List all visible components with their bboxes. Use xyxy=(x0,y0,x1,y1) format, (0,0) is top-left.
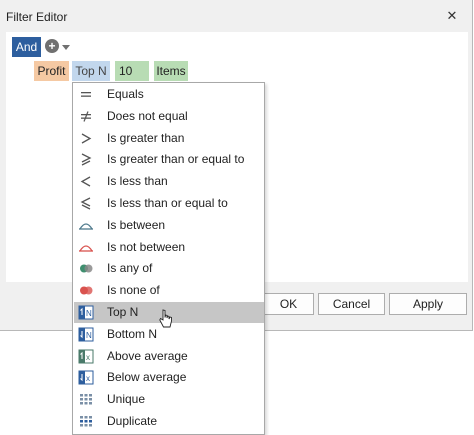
any-of-icon xyxy=(78,261,94,276)
menu-item-label: Bottom N xyxy=(107,326,158,341)
svg-text:N: N xyxy=(86,331,92,340)
duplicate-icon xyxy=(78,414,94,429)
menu-item-label: Is between xyxy=(107,217,166,232)
top-n-icon: N xyxy=(78,305,94,320)
equals-icon xyxy=(78,87,94,102)
unique-icon xyxy=(78,392,94,407)
below-average-icon: x xyxy=(78,370,94,385)
less-or-equal-icon xyxy=(78,196,94,211)
cancel-button[interactable]: Cancel xyxy=(318,293,385,315)
greater-or-equal-icon xyxy=(78,152,94,167)
above-average-icon: x xyxy=(78,349,94,364)
menu-item-label: Is none of xyxy=(107,283,160,298)
chevron-down-icon xyxy=(62,45,70,50)
menu-item-is-between[interactable]: Is between xyxy=(74,215,264,236)
menu-item-does-not-equal[interactable]: Does not equal xyxy=(74,106,264,127)
close-button[interactable]: ✕ xyxy=(440,4,464,28)
menu-item-is-none-of[interactable]: Is none of xyxy=(74,280,264,301)
menu-item-label: Is greater than or equal to xyxy=(107,152,245,167)
menu-item-label: Is any of xyxy=(107,261,153,276)
menu-item-unique[interactable]: Unique xyxy=(74,389,264,410)
greater-than-icon xyxy=(78,131,94,146)
between-icon xyxy=(78,218,94,233)
menu-item-label: Is not between xyxy=(107,239,186,254)
menu-item-label: Above average xyxy=(107,348,188,363)
group-operator-chip[interactable]: And xyxy=(12,37,41,57)
not-equal-icon xyxy=(78,109,94,124)
condition-operator-chip[interactable]: Top N xyxy=(72,61,110,81)
menu-item-is-less-than-or-equal-to[interactable]: Is less than or equal to xyxy=(74,193,264,214)
ok-button[interactable]: OK xyxy=(263,293,314,315)
title-bar: Filter Editor ✕ xyxy=(0,0,472,32)
less-than-icon xyxy=(78,174,94,189)
menu-item-is-greater-than[interactable]: Is greater than xyxy=(74,128,264,149)
plus-circle-icon: + xyxy=(45,39,59,53)
none-of-icon xyxy=(78,283,94,298)
dialog-title: Filter Editor xyxy=(6,10,68,24)
menu-item-label: Is less than xyxy=(107,174,168,189)
menu-item-label: Is greater than xyxy=(107,130,185,145)
condition-unit-chip[interactable]: Items xyxy=(154,61,188,81)
menu-item-is-any-of[interactable]: Is any of xyxy=(74,258,264,279)
svg-text:N: N xyxy=(86,309,92,318)
menu-item-label: Equals xyxy=(107,87,144,101)
menu-item-label: Duplicate xyxy=(107,414,158,428)
bottom-n-icon: N xyxy=(78,327,94,342)
operator-dropdown-menu: Equals Does not equal Is greater than Is gr… xyxy=(72,82,265,435)
condition-field-chip[interactable]: Profit xyxy=(34,61,69,81)
apply-button[interactable]: Apply xyxy=(389,293,467,315)
mouse-cursor-icon xyxy=(159,309,172,328)
menu-item-is-not-between[interactable]: Is not between xyxy=(74,237,264,258)
close-icon: ✕ xyxy=(446,8,458,23)
menu-item-below-average[interactable]: x Below average xyxy=(74,367,264,388)
svg-text:x: x xyxy=(86,353,90,362)
menu-item-label: Unique xyxy=(107,392,146,407)
svg-text:x: x xyxy=(86,374,90,383)
not-between-icon xyxy=(78,240,94,255)
menu-item-is-less-than[interactable]: Is less than xyxy=(74,171,264,192)
menu-item-label: Does not equal xyxy=(107,108,188,123)
menu-item-above-average[interactable]: x Above average xyxy=(74,346,264,367)
menu-item-duplicate[interactable]: Duplicate xyxy=(74,411,264,432)
menu-item-label: Top N xyxy=(107,305,139,319)
menu-item-is-greater-than-or-equal-to[interactable]: Is greater than or equal to xyxy=(74,149,264,170)
menu-item-label: Below average xyxy=(107,370,187,385)
menu-item-label: Is less than or equal to xyxy=(107,196,228,210)
menu-item-equals[interactable]: Equals xyxy=(74,84,264,105)
condition-value-chip[interactable]: 10 xyxy=(115,61,149,81)
add-condition-button[interactable]: + xyxy=(44,37,72,57)
